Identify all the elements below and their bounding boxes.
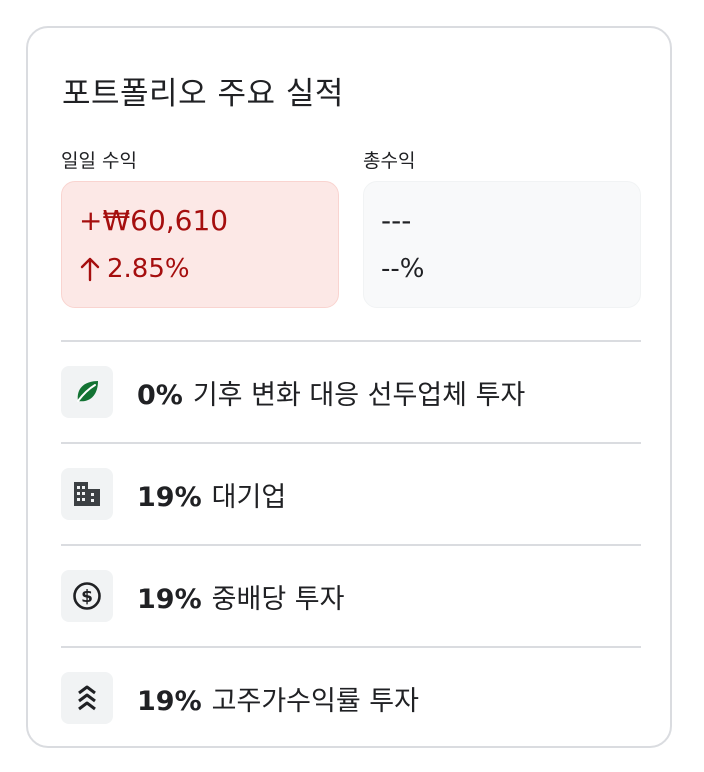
arrow-up-icon bbox=[80, 257, 100, 282]
breakdown-percent: 0% bbox=[137, 379, 183, 411]
building-icon bbox=[61, 468, 113, 520]
total-return-amount: --- bbox=[381, 204, 412, 237]
total-return-box: --- --% bbox=[363, 181, 641, 308]
daily-return-percent: 2.85% bbox=[107, 254, 190, 284]
breakdown-label: 고주가수익률 투자 bbox=[211, 685, 419, 717]
total-return-label: 총수익 bbox=[363, 150, 416, 172]
svg-text:$: $ bbox=[81, 587, 93, 607]
leaf-icon bbox=[61, 366, 113, 418]
dollar-coin-icon: $ bbox=[61, 570, 113, 622]
breakdown-percent: 19% bbox=[137, 583, 202, 615]
breakdown-row-climate[interactable]: 0% 기후 변화 대응 선두업체 투자 bbox=[61, 342, 641, 442]
daily-return-box: +₩60,610 2.85% bbox=[61, 181, 339, 308]
breakdown-label: 대기업 bbox=[211, 481, 287, 513]
breakdown-label: 기후 변화 대응 선두업체 투자 bbox=[192, 379, 526, 411]
breakdown-row-high-pe[interactable]: 19% 고주가수익률 투자 bbox=[61, 648, 641, 748]
total-return-percent: --% bbox=[381, 254, 425, 284]
daily-return-amount: +₩60,610 bbox=[79, 204, 229, 237]
breakdown-label: 중배당 투자 bbox=[211, 583, 345, 615]
portfolio-performance-card: 포트폴리오 주요 실적 일일 수익 총수익 +₩60,610 2.85% ---… bbox=[26, 26, 672, 748]
double-chevron-up-icon bbox=[61, 672, 113, 724]
daily-return-change: 2.85% bbox=[79, 254, 190, 284]
breakdown-row-dividend[interactable]: $ 19% 중배당 투자 bbox=[61, 546, 641, 646]
breakdown-percent: 19% bbox=[137, 685, 202, 717]
breakdown-row-large-cap[interactable]: 19% 대기업 bbox=[61, 444, 641, 544]
daily-return-label: 일일 수익 bbox=[61, 150, 137, 172]
breakdown-percent: 19% bbox=[137, 481, 202, 513]
card-title: 포트폴리오 주요 실적 bbox=[62, 76, 344, 112]
